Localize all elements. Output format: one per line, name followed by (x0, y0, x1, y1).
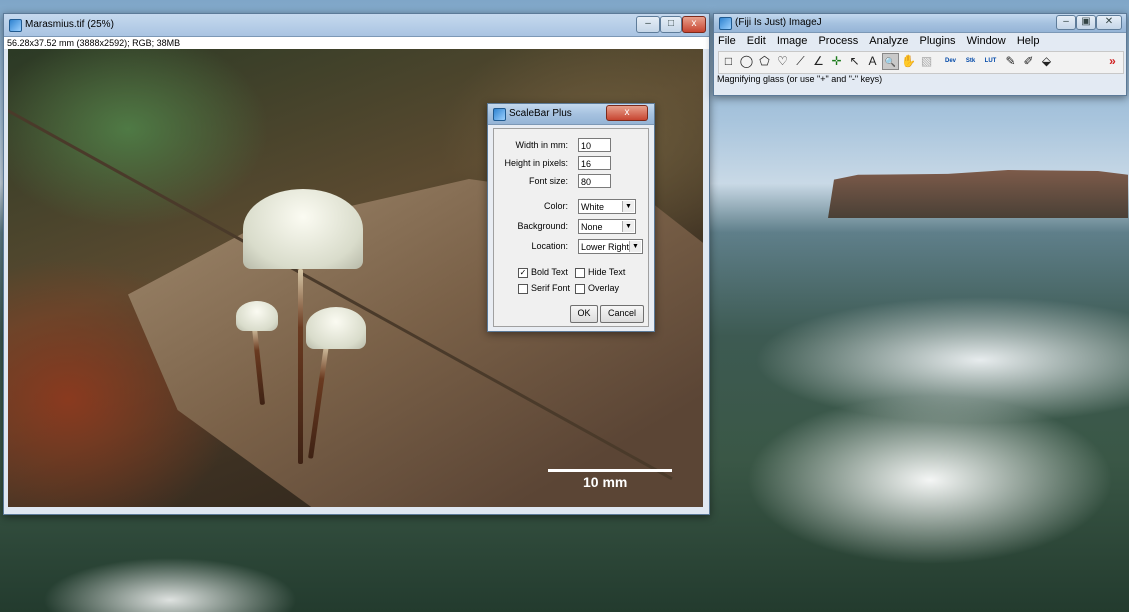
chevron-down-icon[interactable]: ▼ (629, 241, 641, 252)
serif-font-label: Serif Font (531, 283, 571, 293)
maximize-button[interactable]: □ (660, 16, 682, 33)
menu-window[interactable]: Window (967, 35, 1006, 47)
scale-bar (548, 469, 672, 472)
bold-text-label: Bold Text (531, 267, 568, 277)
rectangle-tool-icon[interactable]: □ (720, 53, 737, 70)
ok-button[interactable]: OK (570, 305, 598, 323)
menu-analyze[interactable]: Analyze (869, 35, 908, 47)
more-tools-icon[interactable]: » (1104, 53, 1121, 70)
freehand-tool-icon[interactable]: ♡ (774, 53, 791, 70)
status-bar-text: Magnifying glass (or use "+" and "-" key… (717, 74, 883, 84)
mushroom-stem (298, 269, 303, 464)
menu-process[interactable]: Process (818, 35, 858, 47)
wallpaper-mesa (828, 170, 1128, 218)
height-label: Height in pixels: (504, 158, 568, 168)
color-row: Color: White ▼ (494, 199, 648, 215)
dev-tool-icon[interactable]: Dev (942, 53, 959, 70)
image-window-titlebar[interactable]: Marasmius.tif (25%) – □ x (4, 14, 709, 37)
font-size-row: Font size: 80 (494, 174, 648, 190)
fiji-title: (Fiji Is Just) ImageJ (735, 17, 822, 28)
image-info-text: 56.28x37.52 mm (3888x2592); RGB; 38MB (4, 37, 709, 49)
dialog-title: ScaleBar Plus (509, 108, 572, 119)
stk-tool-icon[interactable]: Stk (962, 53, 979, 70)
dialog-close-button[interactable]: x (606, 105, 648, 121)
scalebar-dialog[interactable]: ScaleBar Plus x Width in mm: 10 Height i… (487, 103, 655, 332)
bold-text-checkbox[interactable]: ✓ Bold Text (518, 267, 568, 281)
font-size-input[interactable]: 80 (578, 174, 611, 188)
polygon-tool-icon[interactable]: ⬠ (756, 53, 773, 70)
hide-text-checkbox[interactable]: Hide Text (575, 267, 625, 281)
background-label: Background: (517, 221, 568, 231)
menu-help[interactable]: Help (1017, 35, 1040, 47)
menu-plugins[interactable]: Plugins (919, 35, 955, 47)
cancel-button[interactable]: Cancel (600, 305, 644, 323)
mushroom-cap (243, 189, 363, 269)
color-select-value: White (581, 202, 605, 212)
pencil-tool-icon[interactable]: ✎ (1002, 53, 1019, 70)
line-tool-icon[interactable]: ⟋ (792, 53, 809, 70)
checkbox-box-icon[interactable] (575, 267, 585, 278)
brush-tool-icon[interactable]: ✐ (1020, 53, 1037, 70)
checkbox-box-icon[interactable] (575, 283, 585, 294)
text-tool-icon[interactable]: A (864, 53, 881, 70)
background-select[interactable]: None ▼ (578, 219, 636, 234)
location-select[interactable]: Lower Right ▼ (578, 239, 643, 254)
fiji-minimize-button[interactable]: – (1056, 15, 1076, 30)
checkmark-icon[interactable]: ✓ (518, 267, 528, 278)
background-select-value: None (581, 222, 603, 232)
dialog-titlebar[interactable]: ScaleBar Plus x (488, 104, 654, 125)
font-size-label: Font size: (528, 176, 568, 186)
angle-tool-icon[interactable]: ∠ (810, 53, 827, 70)
image-window-title: Marasmius.tif (25%) (25, 19, 114, 30)
imagej-icon (9, 19, 22, 32)
fiji-main-window[interactable]: (Fiji Is Just) ImageJ – ▣ ✕ File Edit Im… (713, 13, 1127, 96)
color-label: Color: (543, 201, 568, 211)
magnifier-tool-icon[interactable]: 🔍 (882, 53, 899, 70)
overlay-label: Overlay (588, 283, 620, 293)
lut-tool-icon[interactable]: LUT (982, 53, 999, 70)
width-input[interactable]: 10 (578, 138, 611, 152)
close-button[interactable]: x (682, 16, 706, 33)
fiji-close-button[interactable]: ✕ (1096, 15, 1122, 30)
checkbox-box-icon[interactable] (518, 283, 528, 294)
dialog-body: Width in mm: 10 Height in pixels: 16 Fon… (493, 128, 649, 327)
flood-fill-tool-icon[interactable]: ⬙ (1038, 53, 1055, 70)
width-row: Width in mm: 10 (494, 138, 648, 154)
height-row: Height in pixels: 16 (494, 156, 648, 172)
color-select[interactable]: White ▼ (578, 199, 636, 214)
menu-bar: File Edit Image Process Analyze Plugins … (718, 35, 1047, 49)
fiji-restore-button[interactable]: ▣ (1076, 15, 1096, 30)
hide-text-label: Hide Text (588, 267, 626, 277)
checkbox-row-1: ✓ Bold Text Hide Text (494, 267, 648, 283)
chevron-down-icon[interactable]: ▼ (622, 201, 634, 212)
location-row: Location: Lower Right ▼ (494, 239, 648, 255)
checkbox-row-2: Serif Font Overlay (494, 283, 648, 299)
oval-tool-icon[interactable]: ◯ (738, 53, 755, 70)
chevron-down-icon[interactable]: ▼ (622, 221, 634, 232)
hand-tool-icon[interactable]: ✋ (900, 53, 917, 70)
background-row: Background: None ▼ (494, 219, 648, 235)
overlay-checkbox[interactable]: Overlay (575, 283, 619, 297)
serif-font-checkbox[interactable]: Serif Font (518, 283, 570, 297)
height-input[interactable]: 16 (578, 156, 611, 170)
minimize-button[interactable]: – (636, 16, 660, 33)
menu-edit[interactable]: Edit (747, 35, 766, 47)
imagej-icon (719, 17, 732, 30)
point-tool-icon[interactable]: ✛ (828, 53, 845, 70)
width-label: Width in mm: (515, 140, 568, 150)
scale-bar-label: 10 mm (583, 474, 628, 490)
menu-file[interactable]: File (718, 35, 736, 47)
tool-bar: □ ◯ ⬠ ♡ ⟋ ∠ ✛ ↖ A 🔍 ✋ ▧ Dev Stk LUT ✎ ✐ … (718, 51, 1124, 74)
fiji-titlebar[interactable]: (Fiji Is Just) ImageJ – ▣ ✕ (714, 14, 1126, 33)
location-select-value: Lower Right (581, 242, 630, 252)
mushroom-cap (306, 307, 366, 349)
color-picker-tool-icon[interactable]: ▧ (918, 53, 935, 70)
location-label: Location: (531, 241, 568, 251)
imagej-icon (493, 108, 506, 121)
mushroom-cap (236, 301, 278, 331)
menu-image[interactable]: Image (777, 35, 808, 47)
wand-tool-icon[interactable]: ↖ (846, 53, 863, 70)
